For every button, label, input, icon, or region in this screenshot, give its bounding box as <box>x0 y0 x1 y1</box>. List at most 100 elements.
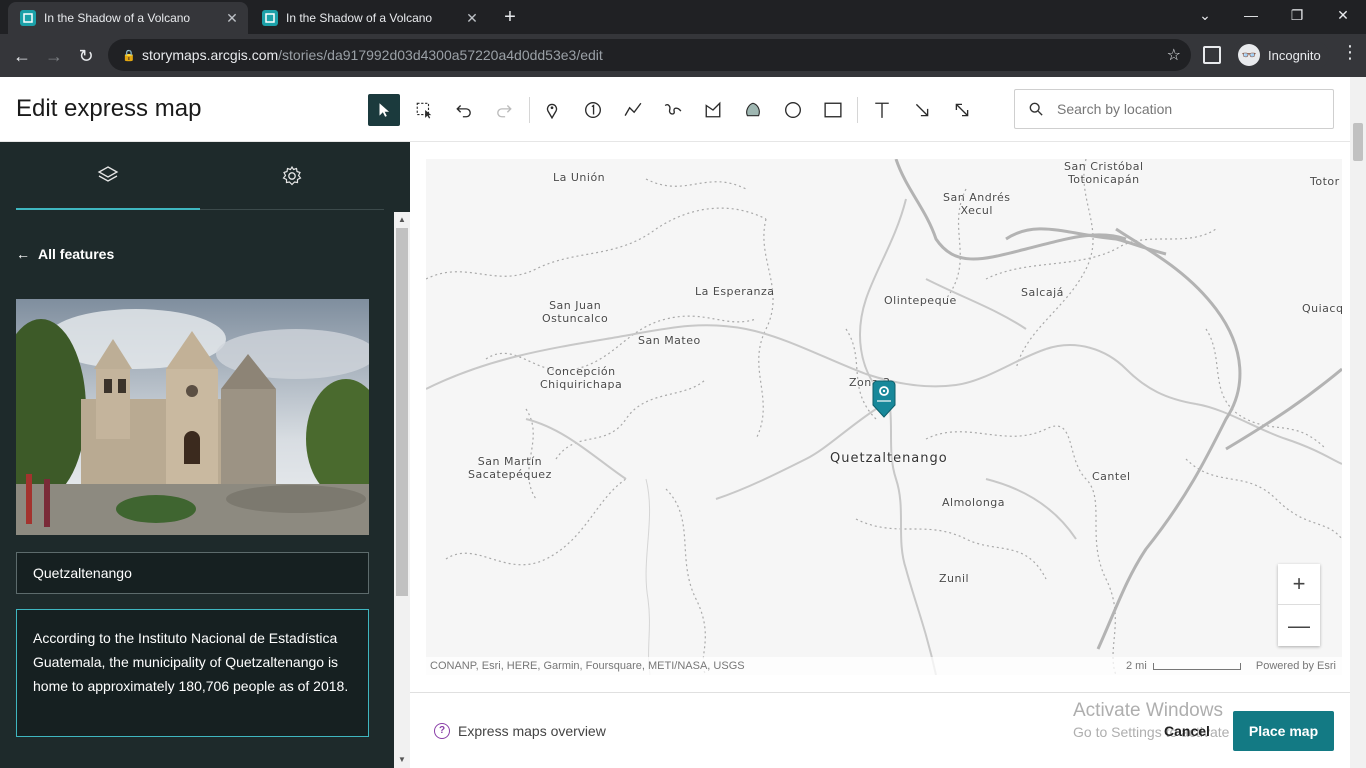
back-arrow-icon[interactable]: ← <box>8 42 36 70</box>
help-label: Express maps overview <box>458 723 606 739</box>
attribution-text: CONANP, Esri, HERE, Garmin, Foursquare, … <box>430 660 745 672</box>
map-label-la-esperanza: La Esperanza <box>695 285 775 298</box>
place-map-button[interactable]: Place map <box>1233 711 1334 751</box>
circle-icon <box>785 102 801 118</box>
redo-icon <box>497 105 512 118</box>
zoom-controls: + — <box>1278 564 1320 646</box>
polygon-tool-button[interactable] <box>697 94 729 126</box>
page-title: Edit express map <box>16 95 202 122</box>
map-label-cantel: Cantel <box>1092 470 1131 483</box>
url-path: /stories/da917992d03d4300a57220a4d0dd53e… <box>278 47 603 63</box>
panel-tabs <box>16 142 384 210</box>
scale-bar: 2 mi <box>1126 660 1241 672</box>
address-bar[interactable]: 🔒 storymaps.arcgis.com/stories/da917992d… <box>108 39 1191 71</box>
close-tab-icon[interactable]: ✕ <box>464 10 480 26</box>
tab-layers[interactable] <box>16 142 200 210</box>
panel-scrollbar[interactable]: ▲ ▼ <box>394 212 410 768</box>
cursor-icon <box>379 103 390 117</box>
tab-settings[interactable] <box>200 142 384 210</box>
minimize-icon[interactable]: — <box>1228 4 1274 28</box>
arrow-tool-button[interactable] <box>906 94 938 126</box>
forward-arrow-icon[interactable]: → <box>40 42 68 70</box>
line-tool-button[interactable] <box>617 94 649 126</box>
scroll-down-icon[interactable]: ▼ <box>394 752 410 768</box>
scale-bar-line <box>1152 662 1241 670</box>
text-icon <box>875 102 889 118</box>
express-maps-overview-link[interactable]: ? Express maps overview <box>434 723 606 739</box>
browser-tab-1[interactable]: In the Shadow of a Volcano ✕ <box>8 2 248 34</box>
zoom-in-button[interactable]: + <box>1278 564 1320 605</box>
powered-by-esri[interactable]: Powered by Esri <box>1256 660 1336 672</box>
feature-name-input[interactable]: Quetzaltenango <box>16 552 369 594</box>
marquee-select-tool-button[interactable] <box>408 94 440 126</box>
map-label-san-martin: San Martín Sacatepéquez <box>468 455 552 481</box>
redo-button[interactable] <box>488 94 520 126</box>
editor-footer: ? Express maps overview Activate Windows… <box>410 692 1350 768</box>
storymaps-favicon-icon <box>262 10 278 26</box>
line-icon <box>624 102 642 116</box>
pin-icon <box>546 103 558 119</box>
location-search-box[interactable] <box>1014 89 1334 129</box>
side-panel-icon[interactable] <box>1203 46 1221 64</box>
restore-icon[interactable]: ❐ <box>1274 4 1320 28</box>
circle-tool-button[interactable] <box>777 94 809 126</box>
express-map[interactable]: La Unión San Cristóbal Totonicapán Totor… <box>426 159 1342 675</box>
storymaps-app: Edit express map Search by location ← Al… <box>0 77 1366 768</box>
path-icon <box>664 104 682 115</box>
all-features-label: All features <box>38 246 115 262</box>
numbered-pin-tool-button[interactable] <box>577 94 609 126</box>
text-tool-button[interactable] <box>866 94 898 126</box>
browser-tab-2[interactable]: In the Shadow of a Volcano ✕ <box>250 2 488 34</box>
all-features-link[interactable]: ← All features <box>16 246 114 262</box>
pin-tool-button[interactable] <box>536 94 568 126</box>
page-scrollbar[interactable] <box>1350 77 1366 768</box>
scrollbar-thumb[interactable] <box>1353 123 1363 161</box>
tab-title: In the Shadow of a Volcano <box>286 11 433 25</box>
undo-icon <box>456 105 471 118</box>
rectangle-tool-button[interactable] <box>817 94 849 126</box>
scale-label: 2 mi <box>1126 660 1147 672</box>
close-tab-icon[interactable]: ✕ <box>224 10 240 26</box>
scroll-up-icon[interactable]: ▲ <box>394 212 410 228</box>
url-host: storymaps.arcgis.com <box>142 47 279 63</box>
tab-title: In the Shadow of a Volcano <box>44 11 191 25</box>
storymaps-favicon-icon <box>20 10 36 26</box>
freehand-area-icon <box>746 102 760 117</box>
double-arrow-icon <box>955 103 969 117</box>
polygon-icon <box>705 101 721 118</box>
help-question-icon: ? <box>434 723 450 739</box>
incognito-badge[interactable]: 👓 Incognito <box>1230 41 1329 69</box>
close-window-icon[interactable]: ✕ <box>1320 4 1366 28</box>
back-arrow-icon: ← <box>16 246 30 262</box>
path-tool-button[interactable] <box>657 94 689 126</box>
scrollbar-thumb[interactable] <box>396 228 408 596</box>
map-label-zunil: Zunil <box>939 572 970 585</box>
zoom-out-button[interactable]: — <box>1278 605 1320 646</box>
browser-menu-icon[interactable]: ⋮ <box>1340 42 1360 63</box>
lock-icon: 🔒 <box>122 49 136 62</box>
toolbar-divider <box>529 97 530 123</box>
marquee-select-icon <box>416 102 432 119</box>
incognito-label: Incognito <box>1268 47 1321 63</box>
gear-icon <box>282 165 302 186</box>
reload-icon[interactable]: ↻ <box>72 42 100 70</box>
map-pin-marker-icon[interactable] <box>871 379 897 419</box>
freehand-area-tool-button[interactable] <box>737 94 769 126</box>
new-tab-button[interactable]: + <box>498 6 522 30</box>
editor-header: Edit express map <box>0 77 1350 142</box>
search-input[interactable] <box>1057 101 1317 117</box>
tab-search-chevron-icon[interactable]: ⌄ <box>1182 4 1228 28</box>
map-label-la-union: La Unión <box>553 171 606 184</box>
feature-photo[interactable] <box>16 299 369 535</box>
incognito-icon: 👓 <box>1238 44 1260 66</box>
select-tool-button[interactable] <box>368 94 400 126</box>
feature-description-input[interactable]: According to the Instituto Nacional de E… <box>16 609 369 737</box>
cancel-button[interactable]: Cancel <box>1164 723 1210 739</box>
arrow-icon <box>915 103 929 117</box>
double-arrow-tool-button[interactable] <box>946 94 978 126</box>
map-label-totonicapan: Totor <box>1310 175 1340 188</box>
bookmark-star-icon[interactable]: ☆ <box>1167 45 1181 65</box>
cathedral-photo-image <box>16 299 369 535</box>
search-icon <box>1029 102 1043 116</box>
undo-button[interactable] <box>448 94 480 126</box>
